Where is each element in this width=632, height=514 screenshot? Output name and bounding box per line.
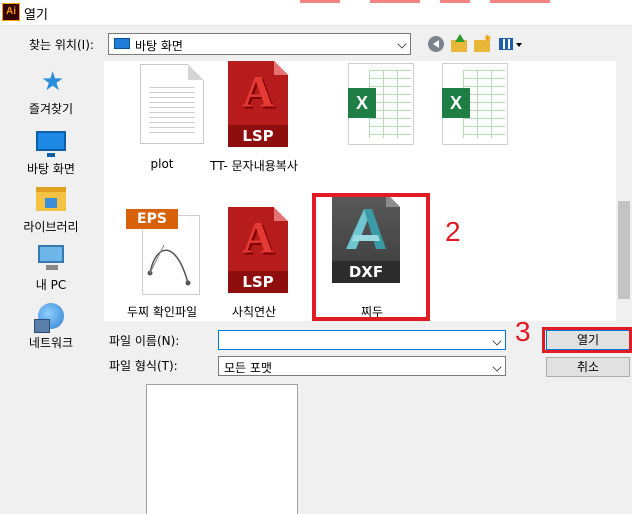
title-bar: Ai 열기 bbox=[0, 0, 632, 26]
look-in-value: 바탕 화면 bbox=[135, 39, 183, 53]
file-item-lsp[interactable]: A LSP 사칙연산 bbox=[204, 207, 304, 321]
place-label: 네트워크 bbox=[28, 336, 74, 350]
look-in-dropdown[interactable]: 바탕 화면 bbox=[108, 33, 411, 55]
file-type-tag: X bbox=[348, 88, 376, 118]
window-title: 열기 bbox=[24, 8, 48, 23]
excel-file-icon: X bbox=[348, 63, 414, 145]
chevron-down-icon bbox=[492, 362, 502, 372]
file-name: 사칙연산 bbox=[231, 305, 277, 319]
eps-file-icon: EPS bbox=[126, 209, 202, 297]
autocad-lsp-icon: A LSP bbox=[228, 207, 288, 293]
pen-curve-icon bbox=[147, 244, 191, 286]
preview-panel bbox=[146, 384, 298, 514]
file-name-label: 파일 이름(N): bbox=[109, 334, 180, 348]
file-name-combobox[interactable] bbox=[218, 330, 506, 350]
places-bar: ★ 즐겨찾기 바탕 화면 라이브러리 내 PC 네트워크 bbox=[8, 61, 94, 351]
file-name: plot bbox=[150, 157, 174, 171]
file-type-tag: X bbox=[442, 88, 470, 118]
sparkle-icon: ✷ bbox=[483, 32, 493, 45]
place-label: 바탕 화면 bbox=[27, 162, 75, 176]
chevron-down-icon[interactable] bbox=[492, 336, 502, 346]
up-arrow-icon bbox=[455, 34, 465, 42]
computer-icon bbox=[38, 245, 64, 270]
annotation-step-2: 2 bbox=[445, 216, 461, 247]
vertical-scrollbar[interactable] bbox=[616, 61, 632, 321]
file-item-excel[interactable]: X bbox=[420, 61, 520, 183]
annotation-highlight-dxf bbox=[312, 193, 430, 321]
file-type-tag: LSP bbox=[228, 271, 288, 293]
desktop-icon bbox=[36, 131, 66, 157]
file-item-lsp[interactable]: A LSP TT- 문자내용복사 bbox=[204, 61, 304, 183]
scrollbar-thumb[interactable] bbox=[618, 201, 630, 299]
cancel-button[interactable]: 취소 bbox=[546, 357, 630, 377]
autocad-lsp-icon: A LSP bbox=[228, 61, 288, 147]
text-document-icon bbox=[140, 64, 204, 144]
look-in-label: 찾는 위치(I): bbox=[29, 38, 94, 52]
file-name-input[interactable] bbox=[221, 332, 481, 348]
network-icon bbox=[34, 303, 64, 333]
file-type-dropdown[interactable]: 모든 포맷 bbox=[218, 356, 506, 376]
up-folder-button[interactable] bbox=[449, 34, 469, 54]
excel-file-icon: X bbox=[442, 63, 508, 145]
file-type-tag: LSP bbox=[228, 125, 288, 147]
file-item-plot[interactable]: plot bbox=[112, 61, 212, 183]
new-folder-button[interactable]: ✷ bbox=[472, 32, 493, 54]
illustrator-app-icon: Ai bbox=[2, 3, 20, 21]
place-desktop[interactable]: 바탕 화면 bbox=[8, 123, 94, 179]
place-library[interactable]: 라이브러리 bbox=[8, 181, 94, 237]
dropdown-caret-icon bbox=[516, 43, 522, 47]
file-name: TT- 문자내용복사 bbox=[210, 159, 298, 173]
star-icon: ★ bbox=[41, 67, 65, 97]
place-label: 즐겨찾기 bbox=[28, 102, 74, 116]
chevron-down-icon bbox=[397, 39, 407, 49]
place-label: 라이브러리 bbox=[23, 220, 79, 234]
annotation-step-3: 3 bbox=[515, 316, 531, 347]
desktop-icon bbox=[114, 38, 130, 49]
back-button[interactable] bbox=[426, 34, 446, 54]
file-item-eps[interactable]: EPS 두찌 확인파일 bbox=[112, 207, 212, 321]
library-icon bbox=[36, 187, 66, 211]
file-name: 두찌 확인파일 bbox=[126, 305, 198, 319]
place-this-pc[interactable]: 내 PC bbox=[8, 239, 94, 295]
place-network[interactable]: 네트워크 bbox=[8, 297, 94, 353]
file-type-tag: EPS bbox=[126, 209, 178, 229]
view-menu-icon bbox=[499, 38, 513, 50]
annotation-highlight-open bbox=[542, 327, 632, 353]
file-type-label: 파일 형식(T): bbox=[109, 359, 178, 373]
back-arrow-icon bbox=[428, 36, 444, 52]
place-label: 내 PC bbox=[35, 278, 67, 292]
annotation-scribble bbox=[300, 0, 560, 4]
place-favorites[interactable]: ★ 즐겨찾기 bbox=[8, 63, 94, 119]
file-type-value: 모든 포맷 bbox=[224, 361, 272, 375]
file-item-excel[interactable]: X bbox=[326, 61, 426, 183]
view-menu-button[interactable] bbox=[497, 34, 525, 54]
